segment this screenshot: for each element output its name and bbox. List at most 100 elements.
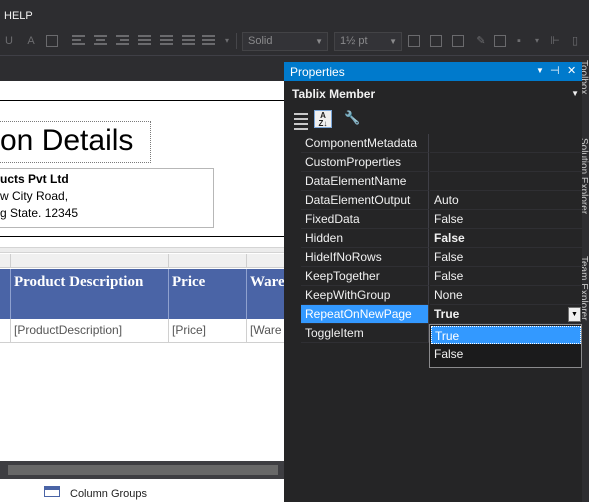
property-name[interactable]: ComponentMetadata: [301, 134, 429, 153]
align-center-icon[interactable]: [94, 35, 107, 47]
line-width-combo[interactable]: 1½ pt ▼: [334, 32, 402, 51]
property-value[interactable]: None: [430, 286, 582, 305]
property-row[interactable]: FixedData False: [290, 210, 582, 229]
property-value[interactable]: [430, 153, 582, 172]
property-name[interactable]: ToggleItem: [301, 324, 429, 343]
row-gutter: [290, 134, 301, 153]
object-selector[interactable]: Tablix Member ▼: [286, 84, 582, 104]
properties-title-bar: Properties ▼ ⊣ ✕: [284, 62, 582, 81]
side-tab-strip: Toolbox Solution Explorer Team Explorer: [582, 56, 589, 502]
property-pages-icon[interactable]: 🔧: [344, 110, 362, 128]
menu-help[interactable]: HELP: [4, 10, 33, 22]
panel-menu-icon[interactable]: ▼: [536, 66, 544, 75]
side-tab-team-explorer[interactable]: Team Explorer: [582, 256, 589, 320]
tablix-column-handles[interactable]: [0, 254, 284, 268]
property-row-selected[interactable]: RepeatOnNewPage True ▼: [290, 305, 582, 324]
property-name[interactable]: DataElementName: [301, 172, 429, 191]
tablix-column-handle-strip[interactable]: [0, 247, 284, 253]
background-color-icon[interactable]: [46, 35, 58, 47]
property-row[interactable]: HideIfNoRows False: [290, 248, 582, 267]
layout-icon[interactable]: ▯: [568, 34, 582, 48]
property-value[interactable]: False: [430, 210, 582, 229]
property-value[interactable]: [430, 134, 582, 153]
property-row[interactable]: DataElementName: [290, 172, 582, 191]
scrollbar-thumb[interactable]: [8, 465, 278, 475]
toolbar-overflow-icon-2[interactable]: ▾: [530, 34, 544, 48]
header-cell-product-description[interactable]: Product Description: [11, 269, 169, 319]
row-gutter: [290, 172, 301, 191]
formatting-toolbar: U A ▾ Solid ▼ 1½ pt ▼ ✎ ▪ ▾ ⊩ ▯: [0, 28, 589, 56]
wrench-icon[interactable]: ✎: [474, 34, 488, 48]
side-tab-solution-explorer[interactable]: Solution Explorer: [582, 138, 589, 214]
align-left-icon[interactable]: [72, 35, 85, 47]
align-right-icon[interactable]: [116, 35, 129, 47]
row-gutter: [290, 229, 301, 248]
header-cell-price[interactable]: Price: [169, 269, 247, 319]
fill-icon[interactable]: [452, 35, 464, 47]
property-name[interactable]: DataElementOutput: [301, 191, 429, 210]
property-row[interactable]: Hidden False: [290, 229, 582, 248]
property-row[interactable]: ComponentMetadata: [290, 134, 582, 153]
property-name[interactable]: FixedData: [301, 210, 429, 229]
property-name[interactable]: KeepTogether: [301, 267, 429, 286]
numbering-icon[interactable]: [160, 35, 173, 47]
close-icon[interactable]: ✕: [567, 64, 576, 77]
property-value[interactable]: Auto: [430, 191, 582, 210]
decrease-indent-icon[interactable]: [182, 35, 195, 47]
property-row[interactable]: KeepTogether False: [290, 267, 582, 286]
row-gutter: [290, 191, 301, 210]
column-groups-label[interactable]: Column Groups: [70, 488, 147, 500]
line-color-icon[interactable]: [408, 35, 420, 47]
tablix-detail-row: [ProductDescription] [Price] [Ware: [0, 319, 284, 343]
property-value[interactable]: [430, 172, 582, 191]
property-row[interactable]: DataElementOutput Auto: [290, 191, 582, 210]
image-icon[interactable]: [494, 35, 506, 47]
side-tab-toolbox[interactable]: Toolbox: [582, 60, 589, 94]
property-name[interactable]: HideIfNoRows: [301, 248, 429, 267]
dropdown-option-true[interactable]: True: [431, 326, 581, 344]
row-gutter: [290, 286, 301, 305]
value-dropdown-button[interactable]: ▼: [568, 307, 581, 322]
pin-icon[interactable]: ⊣: [550, 64, 560, 77]
increase-indent-icon[interactable]: [202, 35, 215, 47]
header-cell-warehouse[interactable]: Ware: [247, 269, 284, 319]
report-title[interactable]: on Details: [0, 124, 133, 158]
property-value[interactable]: False: [430, 229, 582, 248]
chevron-down-icon: ▼: [315, 37, 323, 46]
header-cell-0[interactable]: [0, 269, 11, 319]
toolbar-overflow-icon[interactable]: ▾: [220, 34, 234, 48]
categorized-icon[interactable]: [292, 110, 310, 130]
format-painter-icon[interactable]: ▪: [512, 34, 526, 48]
detail-cell-warehouse[interactable]: [Ware: [247, 319, 284, 343]
property-value[interactable]: False: [430, 267, 582, 286]
report-header-area: [0, 81, 284, 101]
underline-icon[interactable]: U: [2, 34, 16, 48]
row-gutter: [290, 267, 301, 286]
line-style-combo[interactable]: Solid ▼: [242, 32, 328, 51]
property-value-editor[interactable]: True: [430, 305, 582, 324]
row-gutter: [290, 153, 301, 172]
align-objects-icon[interactable]: ⊩: [548, 34, 562, 48]
property-row[interactable]: KeepWithGroup None: [290, 286, 582, 305]
bullets-icon[interactable]: [138, 35, 151, 47]
font-color-icon[interactable]: A: [24, 34, 38, 48]
border-icon[interactable]: [430, 35, 442, 47]
property-row[interactable]: CustomProperties: [290, 153, 582, 172]
detail-cell-product-description[interactable]: [ProductDescription]: [11, 319, 169, 343]
detail-cell-0[interactable]: [0, 319, 11, 343]
dropdown-option-false[interactable]: False: [431, 345, 581, 363]
horizontal-scrollbar[interactable]: [0, 461, 284, 479]
property-name[interactable]: CustomProperties: [301, 153, 429, 172]
properties-title: Properties: [290, 65, 345, 79]
detail-cell-price[interactable]: [Price]: [169, 319, 247, 343]
property-name[interactable]: Hidden: [301, 229, 429, 248]
alphabetical-icon[interactable]: A Z↓: [314, 110, 332, 128]
report-design-surface[interactable]: on Details ucts Pvt Ltd w City Road, g S…: [0, 81, 284, 467]
menu-bar: HELP: [0, 0, 589, 28]
tablix-header-row: Product Description Price Ware: [0, 269, 284, 319]
column-groups-icon: [44, 486, 60, 497]
property-value[interactable]: False: [430, 248, 582, 267]
header-divider-line[interactable]: [0, 236, 284, 237]
property-name[interactable]: KeepWithGroup: [301, 286, 429, 305]
property-name[interactable]: RepeatOnNewPage: [301, 305, 429, 324]
